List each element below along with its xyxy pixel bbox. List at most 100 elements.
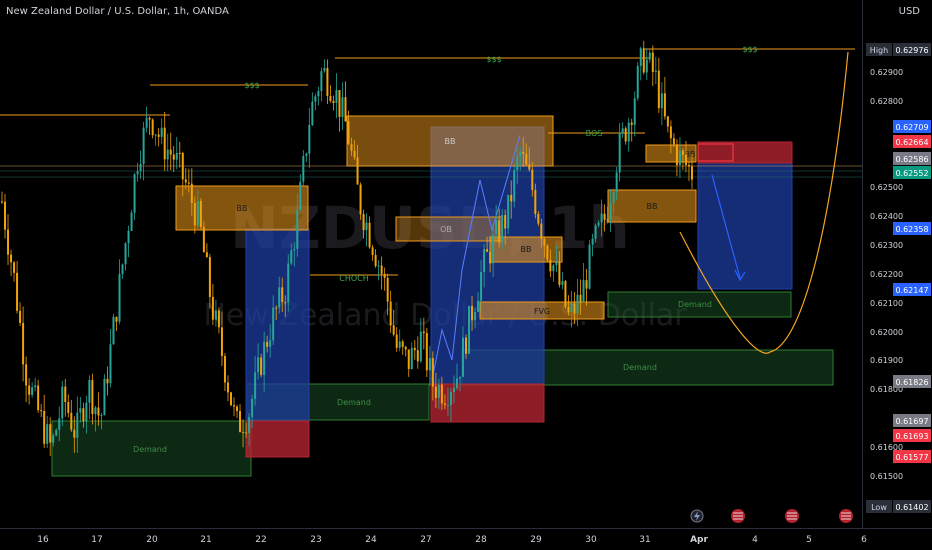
candle-body — [492, 234, 495, 264]
candle-body — [293, 248, 296, 251]
y-tick-label: 0.62800 — [870, 97, 903, 106]
candle-body — [160, 127, 163, 137]
candle-body — [606, 219, 609, 221]
candle-body — [115, 316, 118, 322]
price-chart[interactable]: NZDUSD, 1h New Zealand Dollar / U.S. Dol… — [0, 0, 932, 550]
candle-body — [31, 387, 34, 395]
candle-body — [627, 122, 630, 142]
candle-body — [34, 385, 37, 388]
candle-body — [317, 90, 320, 97]
currency-label[interactable]: USD — [899, 6, 920, 17]
candle-body — [245, 432, 248, 434]
y-tick-label: 0.62000 — [870, 328, 903, 337]
candle-body — [657, 70, 660, 109]
candle-body — [404, 346, 407, 350]
candle-body — [471, 305, 474, 321]
candle-body — [516, 156, 519, 171]
candle-body — [507, 194, 510, 229]
candle-body — [558, 262, 561, 285]
demand-zone-1-label: Demand — [133, 445, 167, 454]
candle-body — [468, 305, 471, 354]
candle-body — [582, 280, 585, 303]
candle-body — [103, 378, 106, 416]
candle-body — [151, 119, 154, 136]
candle-body — [347, 121, 350, 145]
y-tick-label: 0.61500 — [870, 472, 903, 481]
bb-zone-4-label: BB — [647, 202, 658, 211]
candle-body — [350, 144, 353, 151]
short-stop-3 — [697, 141, 793, 164]
candle-body — [109, 344, 112, 384]
candle-body — [302, 156, 305, 182]
candle-body — [371, 247, 374, 255]
candle-body — [290, 250, 293, 264]
price-tag-value: 0.62147 — [895, 286, 928, 295]
price-axis[interactable]: 0.62900 0.62800 0.62500 0.62400 0.62300 0.622… — [866, 43, 931, 513]
candle-body — [489, 251, 492, 264]
candle-body — [10, 254, 13, 263]
candle-body — [22, 322, 25, 365]
candle-body — [639, 48, 642, 66]
candle-body — [552, 265, 555, 272]
candle-body — [344, 97, 347, 122]
candle-body — [618, 132, 621, 173]
candle-body — [157, 134, 160, 137]
candle-body — [672, 138, 675, 145]
candle-body — [377, 265, 380, 267]
candle-body — [61, 386, 64, 419]
candle-body — [519, 151, 522, 157]
candle-body — [169, 149, 172, 155]
candle-body — [362, 214, 365, 230]
candle-body — [326, 67, 329, 97]
x-tick-label: 23 — [310, 535, 321, 545]
demand-zone-3-label: Demand — [623, 363, 657, 372]
candle-body — [193, 202, 196, 226]
candle-body — [94, 407, 97, 415]
x-tick-label: 16 — [37, 535, 49, 545]
candle-body — [648, 52, 651, 60]
candle-body — [118, 274, 121, 322]
y-tick-label: 0.62100 — [870, 299, 903, 308]
price-tag-label: High — [870, 46, 888, 55]
candle-body — [446, 404, 449, 406]
x-tick-label: 30 — [585, 535, 597, 545]
candle-body — [666, 116, 669, 127]
candle-body — [633, 98, 636, 125]
candle-body — [678, 150, 681, 166]
price-tag-value: 0.61826 — [895, 378, 928, 387]
candle-body — [58, 418, 61, 430]
candle-body — [202, 227, 205, 253]
candle-body — [236, 406, 239, 412]
price-tag-value: 0.62552 — [895, 169, 928, 178]
candle-body — [335, 90, 338, 103]
candle-body — [383, 273, 386, 278]
candle-body — [55, 429, 58, 436]
candle-body — [85, 402, 88, 422]
candle-body — [299, 181, 302, 210]
x-tick-label: 17 — [91, 535, 102, 545]
candle-body — [67, 402, 70, 413]
x-tick-label: 5 — [806, 535, 812, 545]
candle-body — [28, 385, 31, 395]
candle-body — [254, 372, 257, 399]
candle-body — [121, 264, 124, 275]
candle-body — [621, 128, 624, 133]
candle-body — [543, 239, 546, 246]
candle-body — [477, 300, 480, 312]
candle-body — [275, 307, 278, 309]
candle-body — [486, 249, 489, 252]
candle-body — [139, 163, 142, 172]
candle-body — [7, 229, 10, 255]
candle-body — [332, 100, 335, 103]
candle-body — [281, 287, 284, 303]
candle-body — [73, 429, 76, 438]
candle-body — [573, 303, 576, 314]
ob-zone-label: OB — [440, 225, 452, 234]
candle-body — [461, 337, 464, 377]
candle-body — [600, 213, 603, 223]
candle-body — [681, 150, 684, 155]
candle-body — [368, 222, 371, 248]
candle-body — [233, 405, 236, 407]
y-tick-label: 0.62900 — [870, 68, 903, 77]
time-axis[interactable]: 16 17 20 21 22 23 24 27 28 29 30 31 Apr 4 5 6 — [37, 535, 867, 545]
